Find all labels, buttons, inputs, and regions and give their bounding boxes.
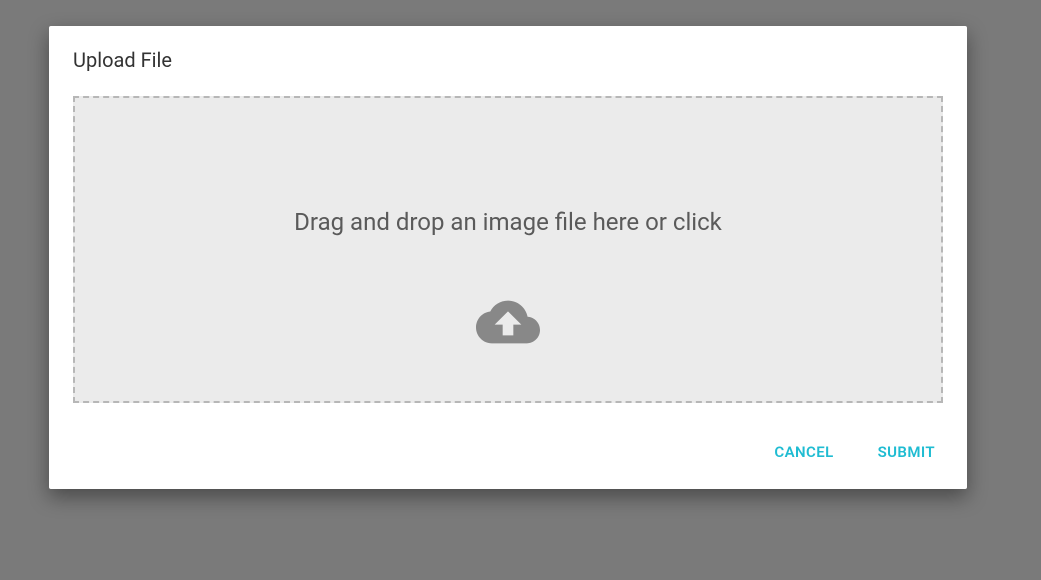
modal-actions: CANCEL SUBMIT [49,427,967,489]
dropzone-instruction-text: Drag and drop an image file here or clic… [294,208,722,236]
upload-file-modal: Upload File Drag and drop an image file … [49,26,967,489]
modal-content: Drag and drop an image file here or clic… [49,72,967,427]
modal-title: Upload File [73,48,943,72]
submit-button[interactable]: SUBMIT [878,443,935,461]
modal-header: Upload File [49,26,967,72]
cloud-upload-icon [476,298,540,350]
cancel-button[interactable]: CANCEL [774,443,833,461]
file-dropzone[interactable]: Drag and drop an image file here or clic… [73,96,943,403]
